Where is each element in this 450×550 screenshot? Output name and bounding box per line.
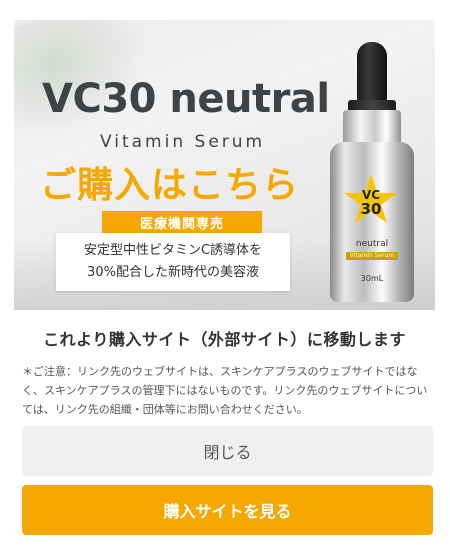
- medical-only-badge: 医療機関専売: [102, 211, 262, 233]
- star-logo-text: VC 30: [343, 188, 399, 218]
- go-to-purchase-site-button[interactable]: 購入サイトを見る: [22, 485, 433, 535]
- external-site-notice-title: これより購入サイト（外部サイト）に移動します: [43, 330, 406, 349]
- purchase-heading: ご購入はこちら: [40, 165, 300, 206]
- product-subtitle: Vitamin Serum: [100, 132, 266, 152]
- dropper-bulb: [357, 42, 387, 104]
- serum-bottle-image: VC 30 neutral Vitamin Serum 30mL: [324, 42, 419, 302]
- bottle-label-name: neutral: [355, 239, 389, 249]
- product-description-box: 安定型中性ビタミンC誘導体を 30%配合した新時代の美容液: [56, 233, 290, 291]
- bottle-collar: [343, 110, 401, 146]
- bottle-label-subtitle: Vitamin Serum: [346, 252, 398, 260]
- close-button[interactable]: 閉じる: [22, 426, 433, 476]
- purchase-modal: VC30 neutral Vitamin Serum ご購入はこちら 医療機関専…: [0, 0, 450, 550]
- description-line-1: 安定型中性ビタミンC誘導体を: [83, 243, 263, 258]
- bottle-label-volume: 30mL: [360, 274, 384, 283]
- star-logo-number: 30: [360, 200, 382, 218]
- external-site-disclaimer: ＊ご注意：リンク先のウェブサイトは、スキンケアプラスのウェブサイトではなく、スキ…: [22, 365, 428, 416]
- product-banner: VC30 neutral Vitamin Serum ご購入はこちら 医療機関専…: [14, 20, 435, 310]
- description-line-2: 30%配合した新時代の美容液: [87, 265, 259, 280]
- product-name: VC30 neutral: [42, 76, 330, 122]
